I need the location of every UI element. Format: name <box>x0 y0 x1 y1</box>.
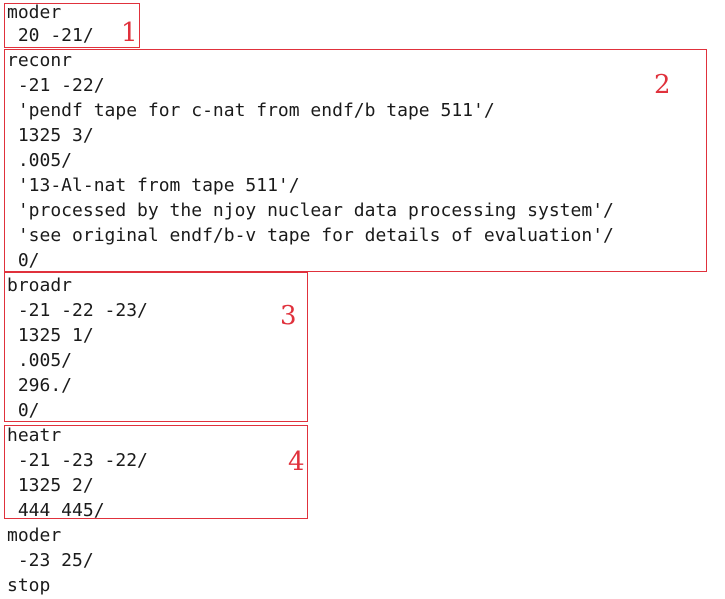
code-line: 0/ <box>7 400 40 421</box>
code-line: moder <box>7 2 62 23</box>
code-line: 'see original endf/b-v tape for details … <box>7 225 614 246</box>
code-line: .005/ <box>7 350 73 371</box>
code-line: 1325 1/ <box>7 325 94 346</box>
code-line: 'pendf tape for c-nat from endf/b tape 5… <box>7 100 495 121</box>
code-line: '13-Al-nat from tape 511'/ <box>7 175 300 196</box>
code-line: 0/ <box>7 250 40 271</box>
code-line: -21 -22 -23/ <box>7 300 148 321</box>
code-line: heatr <box>7 425 62 446</box>
code-line: 444 445/ <box>7 500 105 521</box>
code-line: -23 25/ <box>7 550 94 571</box>
code-line: 20 -21/ <box>7 25 94 46</box>
annotation-number-4: 4 <box>288 447 305 477</box>
annotation-number-2: 2 <box>654 70 671 100</box>
annotation-number-3: 3 <box>280 301 297 331</box>
annotation-number-1: 1 <box>121 18 138 48</box>
code-line: reconr <box>7 50 73 71</box>
code-line: .005/ <box>7 150 73 171</box>
code-line: -21 -22/ <box>7 75 105 96</box>
code-line: moder <box>7 525 62 546</box>
code-line: 296./ <box>7 375 73 396</box>
code-line: 1325 2/ <box>7 475 94 496</box>
code-line: 'processed by the njoy nuclear data proc… <box>7 200 614 221</box>
code-line: stop <box>7 575 51 596</box>
code-line: 1325 3/ <box>7 125 94 146</box>
code-line: broadr <box>7 275 73 296</box>
code-line: -21 -23 -22/ <box>7 450 148 471</box>
